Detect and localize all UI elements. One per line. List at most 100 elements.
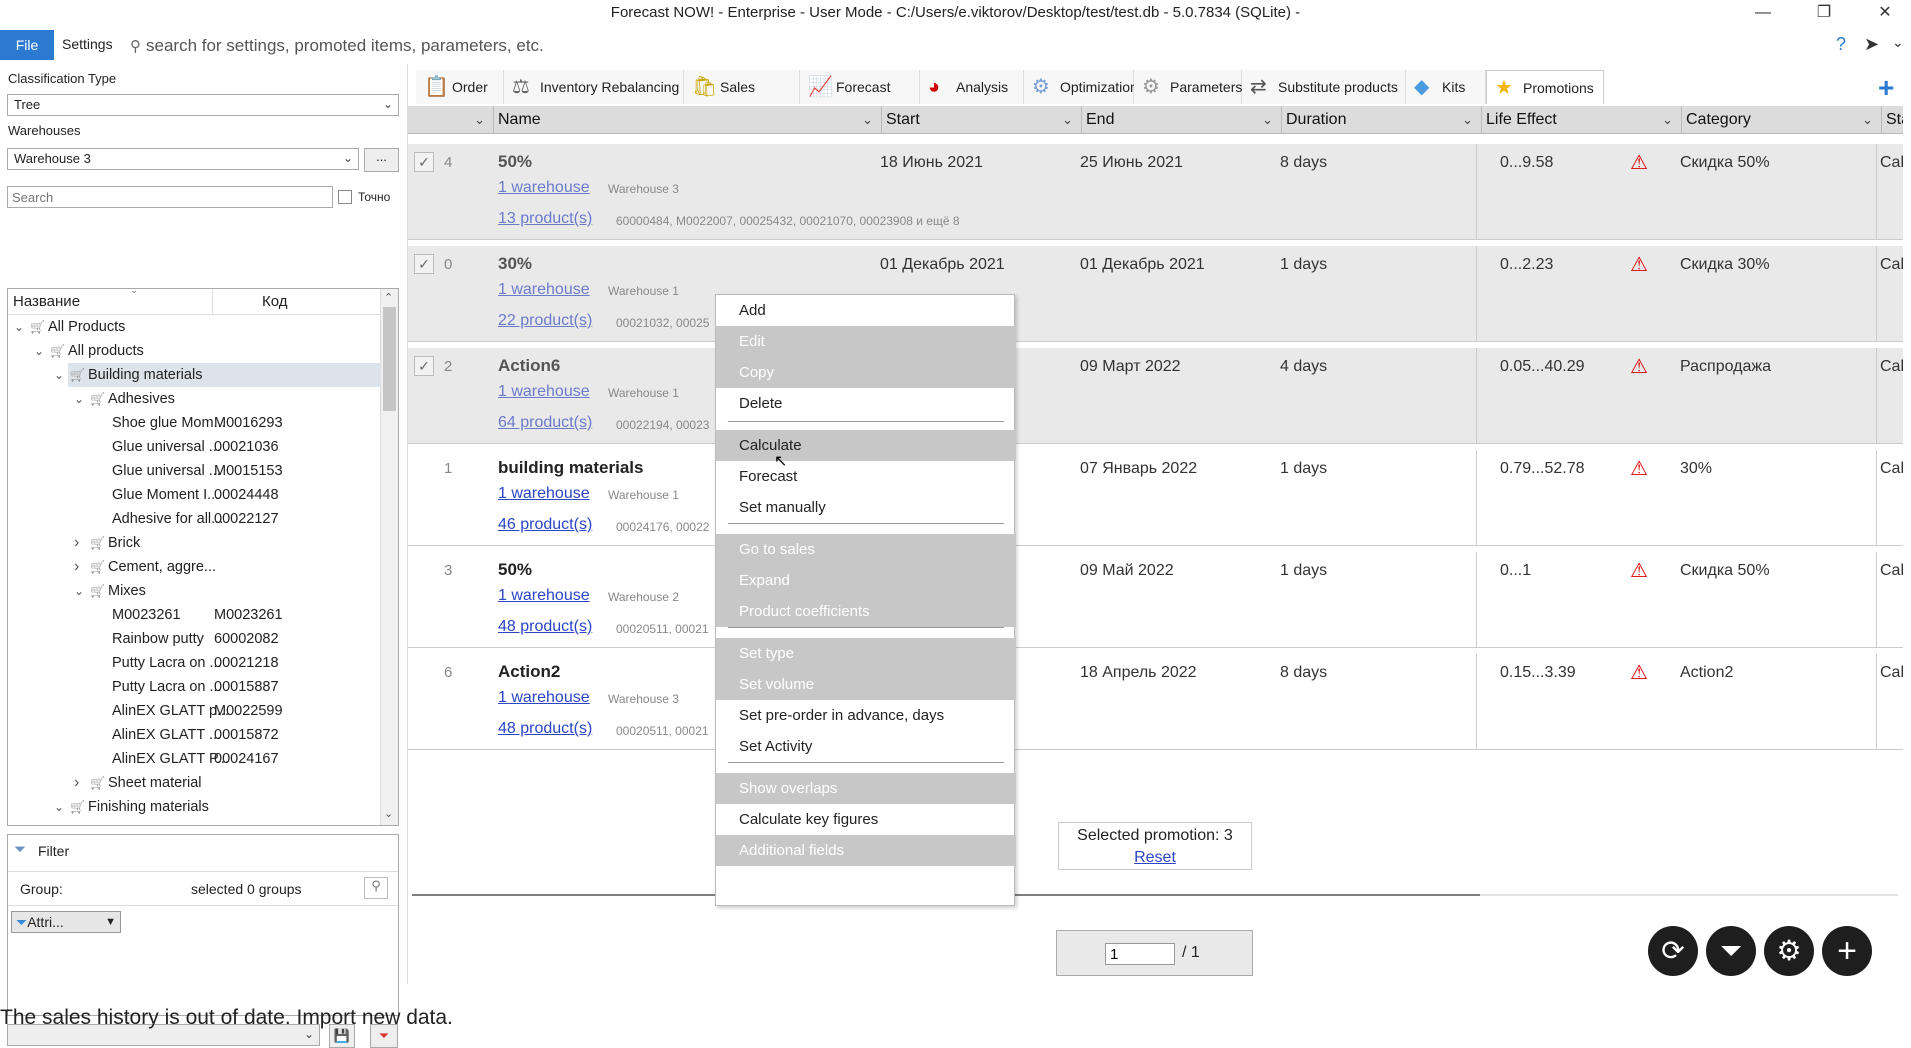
tree-leaf-item[interactable]: Glue universal ... bbox=[112, 459, 221, 483]
tree-leaf-item[interactable]: AlinEX GLATT p... bbox=[112, 699, 229, 723]
row-checkbox[interactable]: ✓ bbox=[414, 254, 434, 274]
products-link[interactable]: 22 product(s) bbox=[498, 312, 592, 330]
warehouse-link[interactable]: 1 warehouse bbox=[498, 485, 590, 503]
header-name[interactable]: Name ⌄ bbox=[494, 106, 882, 134]
products-link[interactable]: 48 product(s) bbox=[498, 618, 592, 636]
tab-order[interactable]: 📋 Order bbox=[416, 70, 504, 104]
grid-horizontal-scrollbar[interactable] bbox=[412, 894, 1898, 896]
expand-icon[interactable]: › bbox=[74, 555, 90, 579]
tree-group-item[interactable]: ⌄ 🛒 Finishing materials bbox=[54, 795, 209, 819]
tab-parameters[interactable]: ⚙ Parameters bbox=[1134, 70, 1242, 104]
collapse-icon[interactable]: ⌄ bbox=[54, 795, 70, 819]
menu-item-go-to-sales[interactable]: Go to sales bbox=[716, 534, 1016, 565]
help-icon[interactable]: ? bbox=[1836, 34, 1846, 55]
menu-item-set-manually[interactable]: Set manually bbox=[716, 492, 1016, 523]
classification-select[interactable]: Tree ⌄ bbox=[7, 94, 399, 116]
header-start[interactable]: Start ⌄ bbox=[882, 106, 1082, 134]
filter-button[interactable]: ⏷ bbox=[1706, 926, 1756, 976]
header-life-effect[interactable]: Life Effect ⌄ bbox=[1482, 106, 1682, 134]
file-menu-button[interactable]: File bbox=[0, 30, 54, 60]
minimize-button[interactable]: — bbox=[1740, 0, 1786, 28]
scroll-down-icon[interactable]: ⌄ bbox=[384, 807, 393, 820]
tree-header-code[interactable]: Код bbox=[262, 293, 288, 310]
tree-group-item[interactable]: ⌄ 🛒 Mixes bbox=[74, 579, 146, 603]
warehouse-link[interactable]: 1 warehouse bbox=[498, 281, 590, 299]
add-tab-icon[interactable]: + bbox=[1878, 74, 1894, 102]
global-search[interactable]: ⚲ search for settings, promoted items, pa… bbox=[130, 36, 544, 56]
menu-item-expand[interactable]: Expand bbox=[716, 565, 1016, 596]
tree-group-item[interactable]: ⌄ 🛒 All products bbox=[34, 339, 144, 363]
menu-item-set-pre-order-in-advance-days[interactable]: Set pre-order in advance, days bbox=[716, 700, 1016, 731]
warehouse-more-button[interactable]: ... bbox=[364, 148, 399, 172]
warehouse-link[interactable]: 1 warehouse bbox=[498, 689, 590, 707]
expand-icon[interactable]: › bbox=[74, 531, 90, 555]
promotion-row[interactable]: 1 building materials 1 warehouse Warehouse … bbox=[408, 450, 1903, 546]
tree-group-item[interactable]: ⌄ 🛒 All Products bbox=[14, 315, 125, 339]
tab-promotions[interactable]: ★ Promotions bbox=[1486, 70, 1604, 104]
menu-item-set-type[interactable]: Set type bbox=[716, 638, 1016, 669]
collapse-icon[interactable]: ⌄ bbox=[74, 387, 90, 411]
settings-menu[interactable]: Settings bbox=[62, 36, 113, 52]
tree-leaf-item[interactable]: AlinEX GLATT ... bbox=[112, 723, 221, 747]
header-checkbox-column[interactable]: ⌄ bbox=[408, 106, 494, 134]
tree-leaf-item[interactable]: Glue universal ... bbox=[112, 435, 221, 459]
add-button[interactable]: + bbox=[1822, 926, 1872, 976]
tree-leaf-item[interactable]: Putty Lacra on ... bbox=[112, 675, 222, 699]
menu-item-calculate-key-figures[interactable]: Calculate key figures bbox=[716, 804, 1016, 835]
refresh-button[interactable]: ⟳ bbox=[1648, 926, 1698, 976]
menu-item-delete[interactable]: Delete bbox=[716, 388, 1016, 419]
tree-leaf-item[interactable]: Rainbow putty bbox=[112, 627, 204, 651]
tab-optimization[interactable]: ⚙ Optimization bbox=[1024, 70, 1138, 104]
menu-item-edit[interactable]: Edit bbox=[716, 326, 1016, 357]
group-search-icon[interactable]: ⚲ bbox=[364, 877, 388, 899]
chevron-down-icon[interactable]: ⌄ bbox=[1892, 34, 1904, 51]
menu-item-add[interactable]: Add bbox=[716, 295, 1016, 326]
tree-leaf-item[interactable]: Shoe glue Mom... bbox=[112, 411, 226, 435]
restore-button[interactable]: ❐ bbox=[1801, 0, 1847, 28]
menu-item-set-volume[interactable]: Set volume bbox=[716, 669, 1016, 700]
collapse-icon[interactable]: ⌄ bbox=[54, 363, 70, 387]
tree-group-item[interactable]: ⌄ 🛒 Building materials bbox=[54, 363, 202, 387]
products-link[interactable]: 64 product(s) bbox=[498, 414, 592, 432]
tree-leaf-item[interactable]: AlinEX GLATT P... bbox=[112, 747, 229, 771]
tab-kits[interactable]: ◆ Kits bbox=[1406, 70, 1486, 104]
tree-search-input[interactable] bbox=[7, 186, 333, 208]
warehouse-select[interactable]: Warehouse 3 ⌄ bbox=[7, 148, 359, 170]
warehouse-link[interactable]: 1 warehouse bbox=[498, 587, 590, 605]
close-button[interactable]: ✕ bbox=[1862, 0, 1908, 28]
tree-scrollbar[interactable]: ⌃ ⌄ bbox=[380, 289, 398, 825]
tree-group-item[interactable]: › 🛒 Brick bbox=[74, 531, 140, 555]
menu-item-calculate[interactable]: Calculate bbox=[716, 430, 1016, 461]
scroll-thumb[interactable] bbox=[383, 307, 396, 411]
collapse-icon[interactable]: ⌄ bbox=[74, 579, 90, 603]
menu-item-show-overlaps[interactable]: Show overlaps bbox=[716, 773, 1016, 804]
tree-leaf-item[interactable]: M0023261 bbox=[112, 603, 181, 627]
header-status[interactable]: Sta bbox=[1882, 106, 1903, 134]
header-duration[interactable]: Duration ⌄ bbox=[1282, 106, 1482, 134]
menu-item-copy[interactable]: Copy bbox=[716, 357, 1016, 388]
send-icon[interactable]: ➤ bbox=[1864, 34, 1879, 55]
menu-item-product-coefficients[interactable]: Product coefficients bbox=[716, 596, 1016, 627]
products-link[interactable]: 13 product(s) bbox=[498, 210, 592, 228]
promotion-row[interactable]: ✓ 4 50% 1 warehouse Warehouse 3 13 product(s)… bbox=[408, 144, 1903, 240]
tab-inventory-rebalancing[interactable]: ⚖ Inventory Rebalancing bbox=[504, 70, 684, 104]
tree-group-item[interactable]: › 🛒 Sheet material bbox=[74, 771, 202, 795]
reset-link[interactable]: Reset bbox=[1059, 847, 1251, 869]
menu-item-forecast[interactable]: Forecast bbox=[716, 461, 1016, 492]
header-category[interactable]: Category ⌄ bbox=[1682, 106, 1882, 134]
attribute-filter-button[interactable]: ⏷Attri... ▼ bbox=[11, 911, 121, 933]
collapse-icon[interactable]: ⌄ bbox=[34, 339, 50, 363]
collapse-icon[interactable]: ⌄ bbox=[14, 315, 30, 339]
header-end[interactable]: End ⌄ bbox=[1082, 106, 1282, 134]
tree-leaf-item[interactable]: Glue Moment I... bbox=[112, 483, 219, 507]
promotion-row[interactable]: 3 50% 1 warehouse Warehouse 2 48 product(s) 0… bbox=[408, 552, 1903, 648]
tree-group-item[interactable]: ⌄ 🛒 Adhesives bbox=[74, 387, 175, 411]
promotion-row[interactable]: 6 Action2 1 warehouse Warehouse 3 48 product… bbox=[408, 654, 1903, 750]
tab-analysis[interactable]: ◕ Analysis bbox=[920, 70, 1024, 104]
warehouse-link[interactable]: 1 warehouse bbox=[498, 179, 590, 197]
products-link[interactable]: 48 product(s) bbox=[498, 720, 592, 738]
tab-substitute-products[interactable]: ⇄ Substitute products bbox=[1242, 70, 1406, 104]
menu-item-additional-fields[interactable]: Additional fields bbox=[716, 835, 1016, 866]
tree-header-name[interactable]: Название bbox=[13, 293, 80, 310]
settings-button[interactable]: ⚙ bbox=[1764, 926, 1814, 976]
